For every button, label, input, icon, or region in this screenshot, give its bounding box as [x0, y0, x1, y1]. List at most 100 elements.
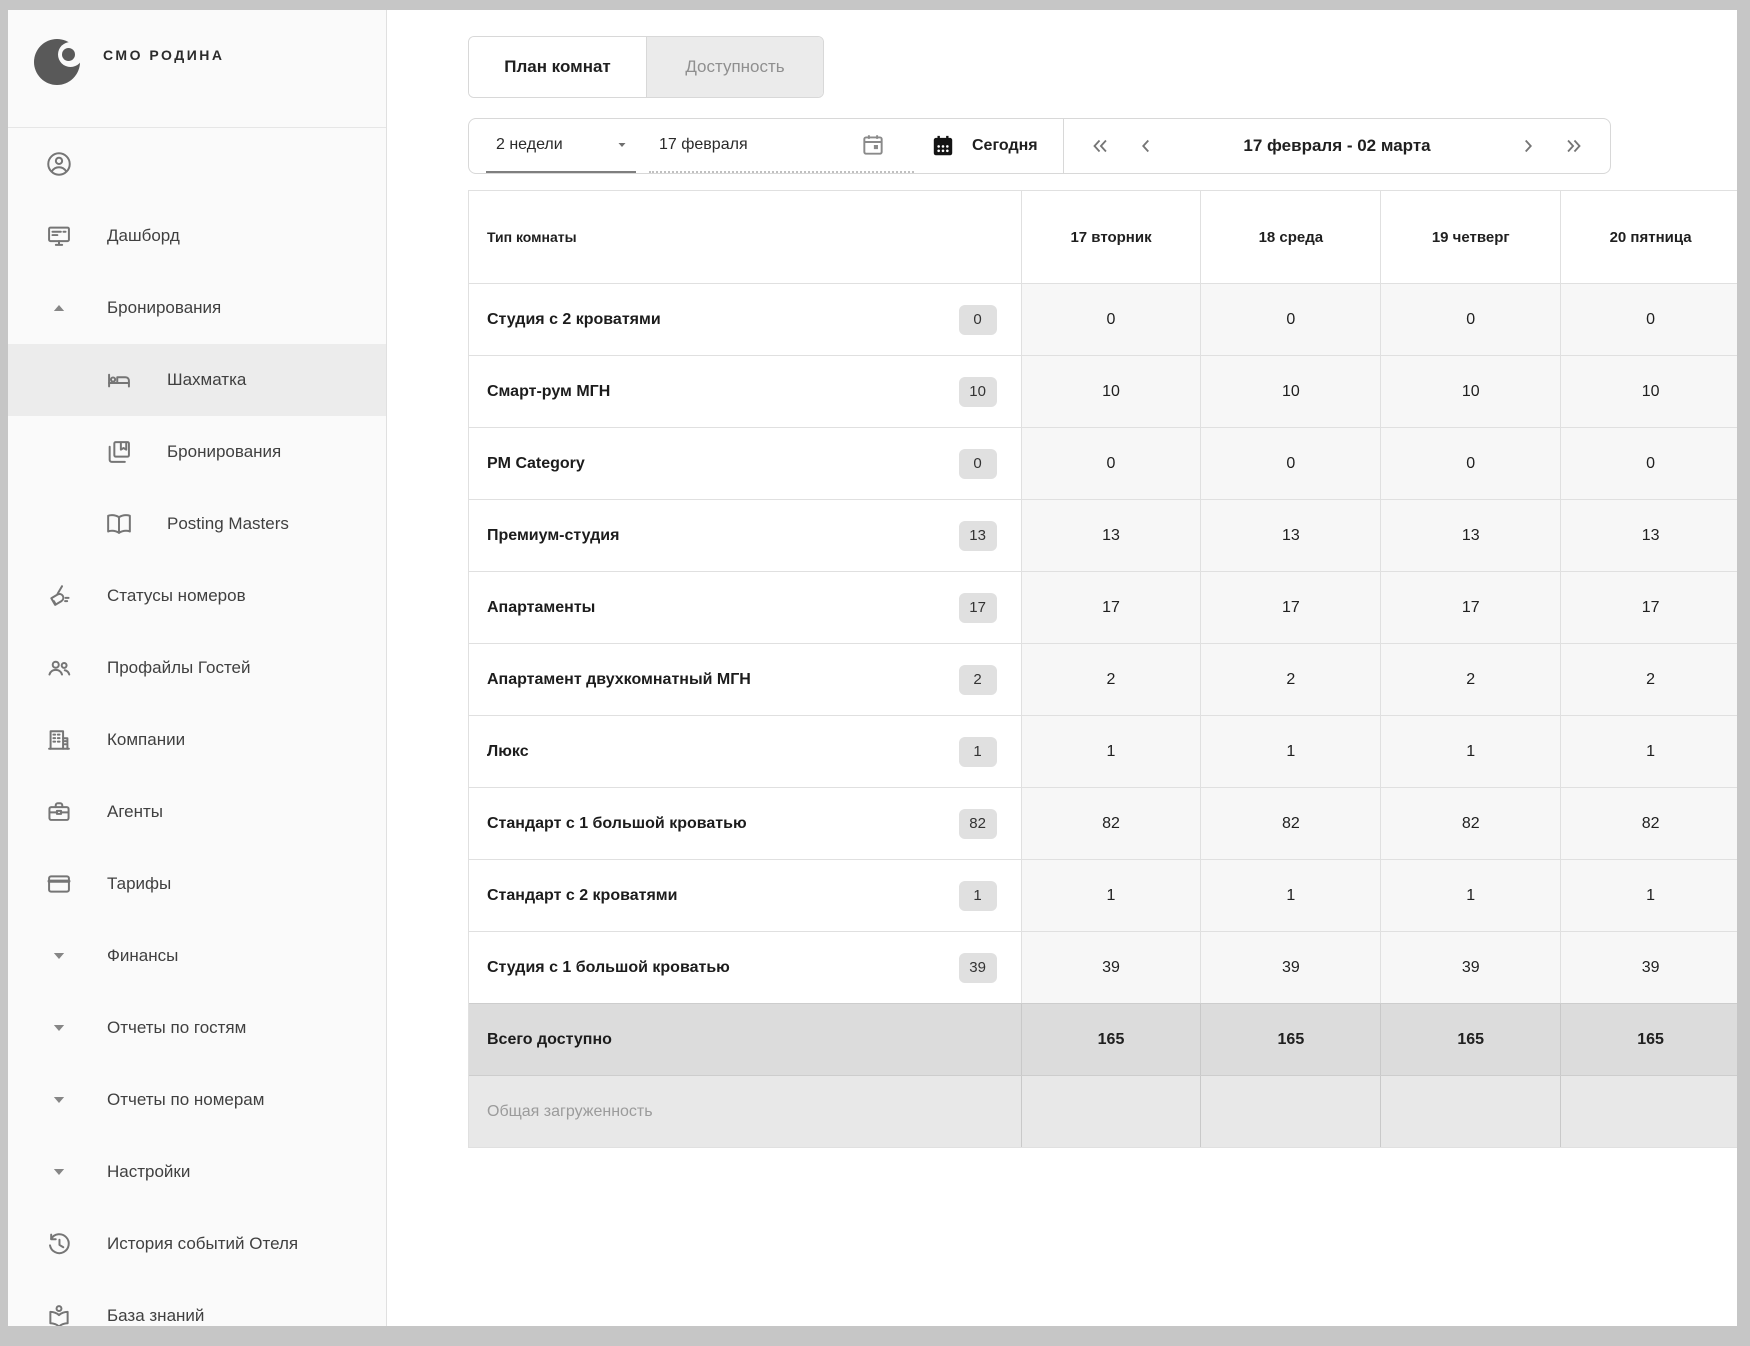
room-count-badge: 82 — [959, 809, 997, 839]
sidebar-item-room-statuses[interactable]: Статусы номеров — [8, 560, 386, 632]
sidebar-item-settings[interactable]: Настройки — [8, 1136, 386, 1208]
availability-cell: 1 — [1021, 860, 1201, 931]
room-type-row[interactable]: Апартамент двухкомнатный МГН22222 — [469, 643, 1737, 715]
occupancy-label-text: Общая загруженность — [487, 1103, 653, 1121]
sidebar-item-label: Бронирования — [167, 442, 281, 462]
sidebar-item-knowledge-base[interactable]: База знаний — [8, 1280, 386, 1326]
room-type-row[interactable]: Студия с 1 большой кроватью3939393939 — [469, 931, 1737, 1003]
sidebar-item-room-reports[interactable]: Отчеты по номерам — [8, 1064, 386, 1136]
sidebar-item-bookings-group[interactable]: Бронирования — [8, 272, 386, 344]
sidebar-item-agents[interactable]: Агенты — [8, 776, 386, 848]
period-select[interactable]: 2 недели — [486, 119, 636, 173]
sidebar-item-hotel-history[interactable]: История событий Отеля — [8, 1208, 386, 1280]
start-date-input[interactable]: 17 февраля — [649, 119, 914, 173]
sidebar-item-guest-reports[interactable]: Отчеты по гостям — [8, 992, 386, 1064]
totals-cell: 165 — [1021, 1004, 1201, 1075]
sidebar-item-label: Бронирования — [107, 298, 221, 318]
availability-cell-text: 1 — [1646, 887, 1655, 905]
availability-cell-text: 0 — [1286, 455, 1295, 473]
room-type-row[interactable]: Студия с 2 кроватями00000 — [469, 283, 1737, 355]
availability-cell-text: 82 — [1102, 815, 1120, 833]
availability-cell: 13 — [1200, 500, 1380, 571]
broom-icon — [44, 581, 74, 611]
availability-cell-text: 39 — [1642, 959, 1660, 977]
availability-table-wrap: Тип комнаты17 вторник18 среда19 четверг2… — [468, 190, 1737, 1148]
totals-label-text: Всего доступно — [487, 1031, 612, 1049]
double-next-button[interactable] — [1563, 135, 1585, 157]
next-button[interactable] — [1517, 135, 1539, 157]
room-name-cell: Стандарт с 1 большой кроватью 82 — [469, 788, 1021, 859]
availability-cell-text: 17 — [1282, 599, 1300, 617]
today-button[interactable]: Сегодня — [972, 137, 1038, 155]
sidebar-item-dashboard[interactable]: Дашборд — [8, 200, 386, 272]
room-type-row[interactable]: Смарт-рум МГН1010101010 — [469, 355, 1737, 427]
availability-cell-text: 2 — [1286, 671, 1295, 689]
sidebar-item-label: Отчеты по номерам — [107, 1090, 264, 1110]
sidebar-item-label: Тарифы — [107, 874, 171, 894]
prev-button[interactable] — [1135, 135, 1157, 157]
sidebar-item-account[interactable] — [8, 128, 386, 200]
view-tabs: План комнат Доступность — [468, 36, 824, 98]
room-name-cell: Студия с 1 большой кроватью39 — [469, 932, 1021, 1003]
totals-cell-text: 165 — [1637, 1031, 1664, 1049]
occupancy-cell — [1380, 1076, 1560, 1147]
double-prev-button[interactable] — [1089, 135, 1111, 157]
availability-cell-text: 1 — [1107, 887, 1116, 905]
sidebar-item-guest-profiles[interactable]: Профайлы Гостей — [8, 632, 386, 704]
sidebar-item-finances[interactable]: Финансы — [8, 920, 386, 992]
room-type-row[interactable]: PM Category00000 — [469, 427, 1737, 499]
room-name-cell: Апартамент двухкомнатный МГН2 — [469, 644, 1021, 715]
room-count-badge: 1 — [959, 737, 997, 767]
sidebar-item-chessboard[interactable]: Шахматка — [8, 344, 386, 416]
column-header-room-type-text: Тип комнаты — [487, 229, 577, 245]
availability-cell: 1 — [1200, 860, 1380, 931]
tab-availability[interactable]: Доступность — [646, 37, 823, 97]
building-icon — [44, 725, 74, 755]
availability-cell: 0 — [1200, 284, 1380, 355]
availability-cell-text: 2 — [1646, 671, 1655, 689]
column-header-day: 20 пятница — [1560, 191, 1737, 283]
room-name-cell: Смарт-рум МГН10 — [469, 356, 1021, 427]
room-name: Студия с 2 кроватями — [487, 311, 661, 329]
sidebar-item-label: Статусы номеров — [107, 586, 246, 606]
availability-cell-text: 13 — [1102, 527, 1120, 545]
occupancy-cell — [1021, 1076, 1201, 1147]
availability-cell: 82 — [1200, 788, 1380, 859]
room-name: Люкс — [487, 743, 529, 761]
room-type-row[interactable]: Люкс11111 — [469, 715, 1737, 787]
room-count-badge: 0 — [959, 305, 997, 335]
chevron-down-icon — [44, 941, 74, 971]
room-type-row[interactable]: Стандарт с 1 большой кроватью8282828282 — [469, 787, 1737, 859]
sidebar-item-companies[interactable]: Компании — [8, 704, 386, 776]
history-icon — [44, 1229, 74, 1259]
room-type-row[interactable]: Премиум-студия1313131313 — [469, 499, 1737, 571]
totals-row: Всего доступно165165165165 — [469, 1003, 1737, 1075]
column-header-day: 18 среда — [1200, 191, 1380, 283]
sidebar-item-tariffs[interactable]: Тарифы — [8, 848, 386, 920]
pagination: 17 февраля - 02 марта — [1064, 118, 1611, 174]
today-calendar-icon[interactable] — [930, 133, 956, 159]
room-name: Стандарт с 1 большой кроватью — [487, 815, 747, 833]
room-name-cell: Премиум-студия13 — [469, 500, 1021, 571]
availability-cell-text: 0 — [1646, 455, 1655, 473]
availability-cell-text: 13 — [1462, 527, 1480, 545]
room-count-badge: 0 — [959, 449, 997, 479]
availability-cell: 17 — [1560, 572, 1737, 643]
sidebar-item-posting-masters[interactable]: Posting Masters — [8, 488, 386, 560]
room-type-row[interactable]: Апартаменты1717171717 — [469, 571, 1737, 643]
availability-cell: 0 — [1380, 284, 1560, 355]
tab-room-plan[interactable]: План комнат — [469, 37, 646, 97]
availability-table: Тип комнаты17 вторник18 среда19 четверг2… — [468, 190, 1737, 1148]
people-icon — [44, 653, 74, 683]
availability-cell-text: 39 — [1282, 959, 1300, 977]
availability-cell: 0 — [1021, 428, 1201, 499]
availability-cell: 1 — [1380, 860, 1560, 931]
calendar-icon[interactable] — [860, 132, 886, 158]
sidebar-item-bookings[interactable]: Бронирования — [8, 416, 386, 488]
occupancy-label: Общая загруженность — [469, 1076, 1021, 1147]
room-type-row[interactable]: Стандарт с 2 кроватями11111 — [469, 859, 1737, 931]
room-name-cell: Апартаменты17 — [469, 572, 1021, 643]
main-content: План комнат Доступность 2 недели 17 февр… — [387, 10, 1737, 1326]
column-header-day-text: 20 пятница — [1610, 229, 1692, 246]
availability-cell-text: 0 — [1466, 455, 1475, 473]
